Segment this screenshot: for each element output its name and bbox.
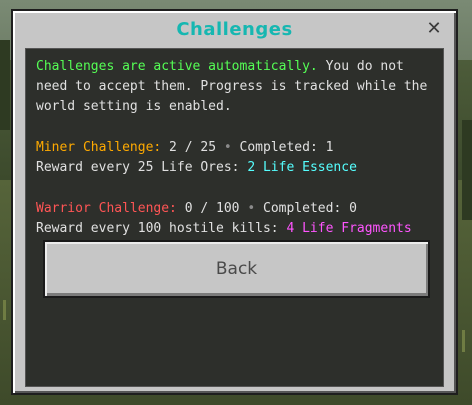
miner-progress: 2 / 25 bbox=[161, 140, 224, 155]
miner-reward-label: Reward every 25 Life Ores: bbox=[36, 160, 248, 175]
miner-separator: • bbox=[223, 140, 232, 155]
intro-rest-1: You do not bbox=[317, 59, 404, 74]
dialog-title: Challenges bbox=[176, 19, 293, 40]
warrior-reward-value: 4 Life Fragments bbox=[286, 221, 412, 236]
close-icon[interactable]: ✕ bbox=[424, 19, 444, 39]
warrior-reward-label: Reward every 100 hostile kills: bbox=[36, 221, 287, 236]
challenges-panel: Challenges are active automatically. You… bbox=[25, 48, 444, 387]
miner-challenge: Miner Challenge: 2 / 25 • Completed: 1 R… bbox=[36, 138, 436, 178]
back-button[interactable]: Back bbox=[43, 240, 430, 298]
warrior-separator: • bbox=[247, 201, 256, 216]
tree bbox=[462, 120, 472, 220]
challenges-dialog: Challenges ✕ Challenges are active autom… bbox=[11, 9, 458, 395]
miner-reward-value: 2 Life Essence bbox=[247, 160, 357, 175]
grass-blade bbox=[3, 300, 6, 320]
intro-text: Challenges are active automatically. You… bbox=[36, 57, 436, 117]
grass-blade bbox=[462, 330, 465, 352]
warrior-name: Warrior Challenge: bbox=[36, 201, 177, 216]
warrior-challenge: Warrior Challenge: 0 / 100 • Completed: … bbox=[36, 199, 436, 239]
miner-name: Miner Challenge: bbox=[36, 140, 162, 155]
warrior-progress: 0 / 100 bbox=[176, 201, 248, 216]
miner-completed: Completed: 1 bbox=[231, 140, 334, 155]
intro-line-3: world setting is enabled. bbox=[36, 99, 232, 114]
intro-highlight: Challenges are active automatically. bbox=[36, 59, 318, 74]
intro-line-2: need to accept them. Progress is tracked… bbox=[36, 79, 428, 94]
warrior-completed: Completed: 0 bbox=[255, 201, 357, 216]
tree bbox=[0, 40, 10, 130]
